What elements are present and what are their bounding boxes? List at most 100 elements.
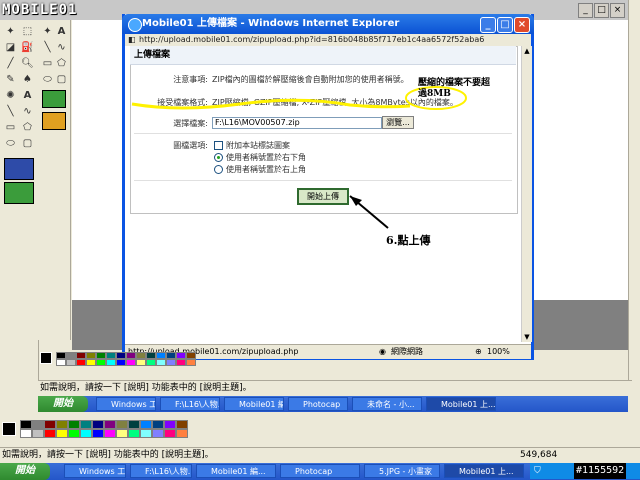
brush-icon[interactable]: ♠ <box>20 72 35 87</box>
minimize-icon[interactable]: _ <box>578 3 593 18</box>
task-item[interactable]: Mobile01 編... <box>224 397 284 411</box>
task-item[interactable]: Photocap <box>288 397 348 411</box>
tool-option-icon[interactable] <box>4 182 34 204</box>
color-swatch[interactable] <box>56 429 68 438</box>
color-swatch[interactable] <box>76 352 86 359</box>
color-swatch[interactable] <box>56 352 66 359</box>
color-swatch[interactable] <box>44 420 56 429</box>
color-swatch[interactable] <box>140 420 152 429</box>
rectangle-icon[interactable]: ▭ <box>3 120 18 135</box>
color-swatch[interactable] <box>126 359 136 366</box>
scroll-down-icon[interactable]: ▼ <box>522 332 532 342</box>
polygon-icon[interactable]: ⬠ <box>54 56 69 71</box>
pencil-icon[interactable]: ✎ <box>3 72 18 87</box>
eyedropper-icon[interactable]: ╱ <box>3 56 18 71</box>
rounded-rect-icon[interactable]: ▢ <box>20 136 35 151</box>
line-icon[interactable]: ╲ <box>40 40 55 55</box>
color-swatch[interactable] <box>104 429 116 438</box>
color-swatch[interactable] <box>32 429 44 438</box>
color-swatch[interactable] <box>68 420 80 429</box>
color-swatch[interactable] <box>166 352 176 359</box>
color-swatch[interactable] <box>106 352 116 359</box>
color-swatch[interactable] <box>128 420 140 429</box>
color-swatch[interactable] <box>32 420 44 429</box>
color-swatch[interactable] <box>146 352 156 359</box>
color-swatch[interactable] <box>76 359 86 366</box>
task-item[interactable]: Windows 工... <box>96 397 156 411</box>
color-swatch[interactable] <box>126 352 136 359</box>
color-swatch[interactable] <box>66 359 76 366</box>
task-item[interactable]: F:\L16\人物... <box>130 464 192 478</box>
color-swatch[interactable] <box>106 359 116 366</box>
rounded-rect-icon[interactable]: ▢ <box>54 72 69 87</box>
color-swatch[interactable] <box>166 359 176 366</box>
start-button[interactable]: 開始 <box>38 396 88 412</box>
start-button[interactable]: 開始 <box>0 463 50 480</box>
minimize-icon[interactable]: _ <box>480 17 496 33</box>
tool-option-icon[interactable] <box>4 158 34 180</box>
task-item[interactable]: Mobile01 編... <box>196 464 276 478</box>
task-item[interactable]: 未命名 - 小... <box>352 397 422 411</box>
foreground-color[interactable] <box>40 352 52 364</box>
color-swatch[interactable] <box>96 359 106 366</box>
select-icon[interactable]: ✦ <box>3 24 18 39</box>
task-item-active[interactable]: Mobile01 上... <box>444 464 524 478</box>
maximize-icon[interactable]: □ <box>497 17 513 33</box>
color-swatch[interactable] <box>20 420 32 429</box>
color-swatch[interactable] <box>116 352 126 359</box>
color-swatch[interactable] <box>86 352 96 359</box>
color-swatch[interactable] <box>152 429 164 438</box>
color-swatch[interactable] <box>116 420 128 429</box>
color-swatch[interactable] <box>128 429 140 438</box>
polygon-icon[interactable]: ⬠ <box>20 120 35 135</box>
close-icon[interactable]: × <box>610 3 625 18</box>
color-swatch[interactable] <box>136 352 146 359</box>
color-swatch[interactable] <box>96 352 106 359</box>
color-swatch[interactable] <box>80 420 92 429</box>
airbrush-icon[interactable]: ✺ <box>3 88 18 103</box>
text-icon[interactable]: A <box>54 24 69 39</box>
rect-select-icon[interactable]: ⬚ <box>20 24 35 39</box>
curve-icon[interactable]: ∿ <box>54 40 69 55</box>
line-icon[interactable]: ╲ <box>3 104 18 119</box>
magnifier-icon[interactable]: 🔍︎ <box>20 56 35 71</box>
color-swatch[interactable] <box>68 429 80 438</box>
close-icon[interactable]: × <box>514 17 530 33</box>
color-swatch[interactable] <box>156 359 166 366</box>
color-swatch[interactable] <box>56 359 66 366</box>
color-swatch[interactable] <box>44 429 56 438</box>
task-item[interactable]: Photocap <box>280 464 360 478</box>
color-swatch[interactable] <box>186 352 196 359</box>
task-item[interactable]: F:\L16\人物... <box>160 397 220 411</box>
color-swatch[interactable] <box>80 429 92 438</box>
select-icon[interactable]: ✦ <box>40 24 55 39</box>
color-swatch[interactable] <box>92 420 104 429</box>
tool-option-icon[interactable] <box>42 112 66 130</box>
color-swatch[interactable] <box>116 359 126 366</box>
scroll-up-icon[interactable]: ▲ <box>522 46 532 56</box>
color-swatch[interactable] <box>56 420 68 429</box>
color-swatch[interactable] <box>92 429 104 438</box>
color-swatch[interactable] <box>20 429 32 438</box>
maximize-icon[interactable]: □ <box>594 3 609 18</box>
color-swatch[interactable] <box>136 359 146 366</box>
color-swatch[interactable] <box>176 429 188 438</box>
task-item[interactable]: 5.JPG - 小畫家 <box>364 464 440 478</box>
color-swatch[interactable] <box>146 359 156 366</box>
text-icon[interactable]: A <box>20 88 35 103</box>
ellipse-icon[interactable]: ⬭ <box>40 72 55 87</box>
ellipse-icon[interactable]: ⬭ <box>3 136 18 151</box>
vertical-scrollbar[interactable] <box>628 0 640 395</box>
task-item[interactable]: Windows 工... <box>64 464 126 478</box>
color-swatch[interactable] <box>152 420 164 429</box>
paint-canvas[interactable] <box>530 20 628 300</box>
tool-option-icon[interactable] <box>42 90 66 108</box>
color-swatch[interactable] <box>140 429 152 438</box>
color-swatch[interactable] <box>186 359 196 366</box>
foreground-color[interactable] <box>2 422 16 436</box>
color-swatch[interactable] <box>116 429 128 438</box>
color-swatch[interactable] <box>86 359 96 366</box>
color-swatch[interactable] <box>156 352 166 359</box>
color-swatch[interactable] <box>66 352 76 359</box>
color-swatch[interactable] <box>176 359 186 366</box>
